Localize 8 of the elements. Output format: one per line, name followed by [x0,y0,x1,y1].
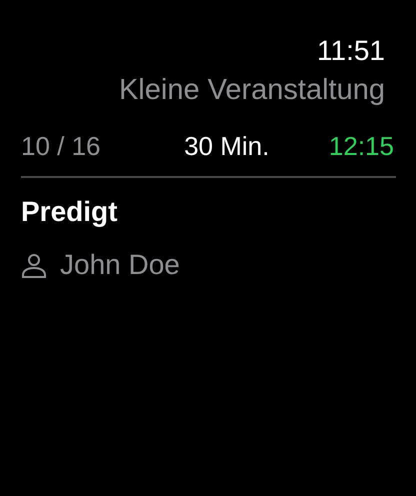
status-time: 11:51 [317,34,385,68]
person-icon [21,252,47,278]
item-position: 10 / 16 [21,130,101,162]
end-time: 12:15 [328,130,394,162]
item-title: Predigt [21,195,118,229]
item-duration: 30 Min. [184,130,270,162]
person-name: John Doe [60,248,180,282]
event-title: Kleine Veranstaltung [118,73,385,108]
